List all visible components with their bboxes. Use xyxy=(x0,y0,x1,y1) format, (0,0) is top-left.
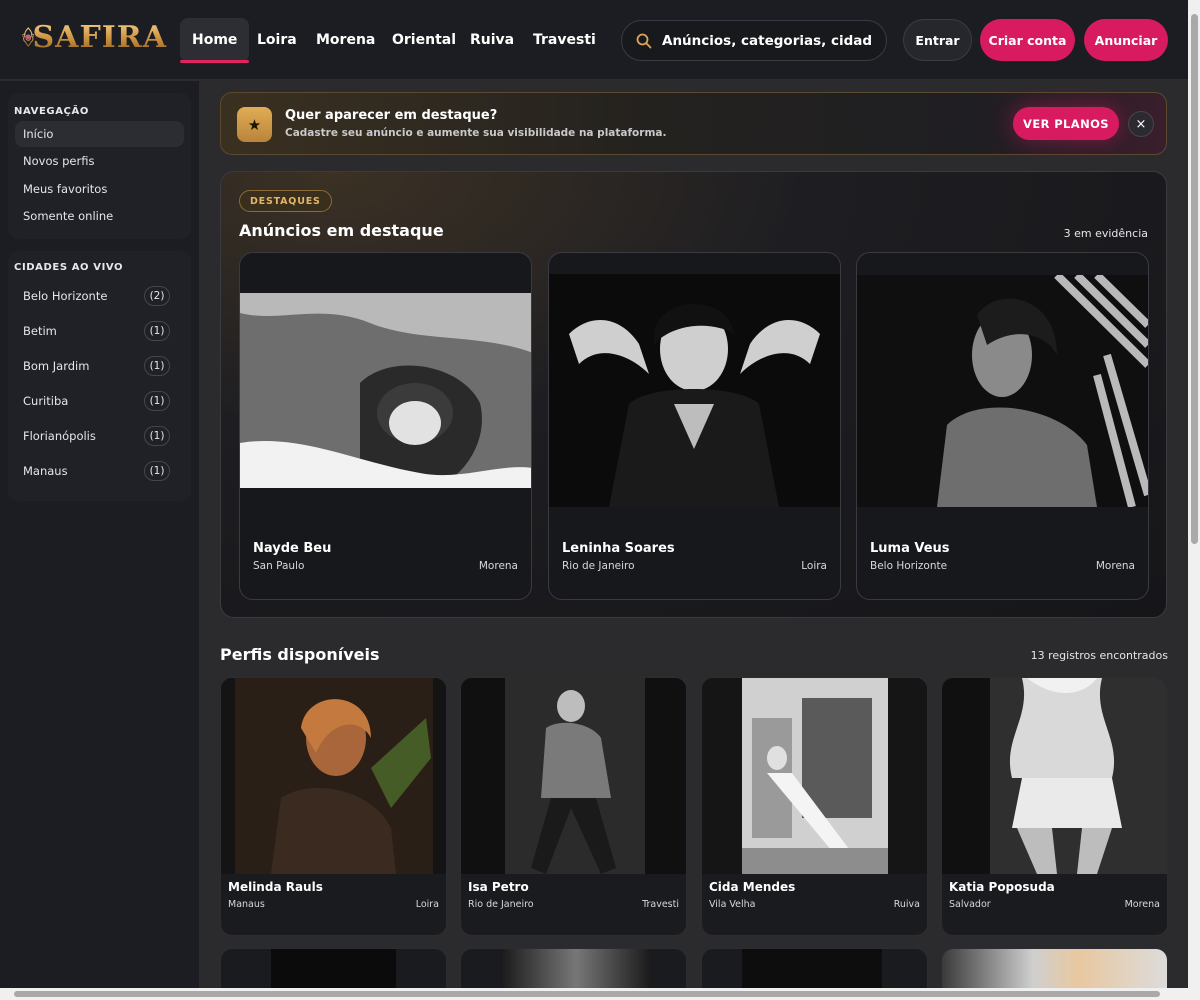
photo-shape xyxy=(702,678,927,874)
city-item[interactable]: Manaus (1) xyxy=(15,458,184,484)
tab-ruiva[interactable]: Ruiva xyxy=(458,18,526,62)
sidebar: NAVEGAÇÃO Início Novos perfis Meus favor… xyxy=(0,81,200,988)
profile-city: Vila Velha xyxy=(709,899,756,910)
vertical-scrollbar[interactable] xyxy=(1188,0,1200,988)
profile-photo[interactable] xyxy=(240,293,531,488)
tab-loira[interactable]: Loira xyxy=(245,18,309,62)
profiles-title: Perfis disponíveis xyxy=(220,645,380,664)
city-name: Belo Horizonte xyxy=(23,289,108,303)
city-count-badge: (1) xyxy=(144,461,170,481)
profile-name: Katia Poposuda xyxy=(949,880,1055,894)
featured-card[interactable]: Luma Veus Belo Horizonte Morena xyxy=(856,252,1149,600)
featured-card[interactable]: Leninha Soares Rio de Janeiro Loira xyxy=(548,252,841,600)
profile-city: Manaus xyxy=(228,899,265,910)
profile-name: Cida Mendes xyxy=(709,880,796,894)
profile-city: Rio de Janeiro xyxy=(468,899,534,910)
city-name: Bom Jardim xyxy=(23,359,90,373)
brand-logo[interactable]: SAFIRA xyxy=(22,8,167,66)
top-header: SAFIRA Home Loira Morena Oriental Ruiva … xyxy=(0,0,1188,80)
profile-photo[interactable] xyxy=(461,678,686,874)
photo-shape xyxy=(857,272,1148,509)
featured-title: Anúncios em destaque xyxy=(239,221,444,240)
city-count-badge: (1) xyxy=(144,356,170,376)
search-input[interactable] xyxy=(662,32,872,49)
city-item[interactable]: Betim (1) xyxy=(15,318,184,344)
horizontal-scrollbar[interactable] xyxy=(0,988,1200,1000)
city-count-badge: (1) xyxy=(144,391,170,411)
profile-card[interactable]: Cida Mendes Vila Velha Ruiva xyxy=(701,677,928,936)
brand-name: SAFIRA xyxy=(32,19,167,55)
profile-category: Morena xyxy=(478,560,518,572)
profile-category: Morena xyxy=(1095,560,1135,572)
profile-photo[interactable] xyxy=(221,678,446,874)
featured-card[interactable]: Nayde Beu San Paulo Morena xyxy=(239,252,532,600)
sidebar-item-novos-perfis[interactable]: Novos perfis xyxy=(15,148,184,174)
sidebar-cities-heading: CIDADES AO VIVO xyxy=(14,262,124,273)
photo-shape xyxy=(942,678,1167,874)
tab-travesti[interactable]: Travesti xyxy=(521,18,608,62)
featured-badge: DESTAQUES xyxy=(239,190,332,212)
featured-section: DESTAQUES Anúncios em destaque 3 em evid… xyxy=(220,171,1167,618)
profile-category: Ruiva xyxy=(893,899,920,910)
featured-count: 3 em evidência xyxy=(1063,227,1148,240)
scrollbar-thumb[interactable] xyxy=(14,991,1160,997)
city-name: Betim xyxy=(23,324,57,338)
sidebar-item-inicio[interactable]: Início xyxy=(15,121,184,147)
advertise-button[interactable]: Anunciar xyxy=(1084,19,1168,61)
promo-title: Quer aparecer em destaque? xyxy=(285,108,498,123)
sidebar-nav-heading: NAVEGAÇÃO xyxy=(14,106,89,117)
profile-card[interactable]: Melinda Rauls Manaus Loira xyxy=(220,677,447,936)
city-count-badge: (1) xyxy=(144,321,170,341)
profile-category: Loira xyxy=(415,899,439,910)
photo-shape xyxy=(461,678,686,874)
profile-card[interactable]: Katia Poposuda Salvador Morena xyxy=(941,677,1168,936)
profile-photo[interactable] xyxy=(702,678,927,874)
sidebar-item-meus-favoritos[interactable]: Meus favoritos xyxy=(15,176,184,202)
profile-city: Salvador xyxy=(949,899,991,910)
city-name: Manaus xyxy=(23,464,68,478)
city-name: Florianópolis xyxy=(23,429,96,443)
search-bar[interactable] xyxy=(621,20,887,61)
profile-photo[interactable] xyxy=(942,678,1167,874)
profile-category: Travesti xyxy=(642,899,679,910)
profile-city: Rio de Janeiro xyxy=(562,560,635,572)
tab-morena[interactable]: Morena xyxy=(304,18,387,62)
photo-shape xyxy=(549,274,840,507)
scrollbar-thumb[interactable] xyxy=(1191,14,1198,544)
profile-name: Nayde Beu xyxy=(253,541,332,556)
profile-city: Belo Horizonte xyxy=(870,560,948,572)
photo-shape xyxy=(240,293,531,488)
photo-shape xyxy=(221,678,446,874)
city-count-badge: (1) xyxy=(144,426,170,446)
profile-photo[interactable] xyxy=(549,274,840,507)
promo-banner: ★ Quer aparecer em destaque? Cadastre se… xyxy=(220,92,1167,155)
city-item[interactable]: Florianópolis (1) xyxy=(15,423,184,449)
profile-photo[interactable] xyxy=(857,272,1148,509)
city-item[interactable]: Bom Jardim (1) xyxy=(15,353,184,379)
city-name: Curitiba xyxy=(23,394,69,408)
profile-card[interactable]: Isa Petro Rio de Janeiro Travesti xyxy=(460,677,687,936)
profile-category: Loira xyxy=(801,560,827,572)
profile-name: Leninha Soares xyxy=(562,541,675,556)
profile-category: Morena xyxy=(1124,899,1160,910)
profile-name: Isa Petro xyxy=(468,880,529,894)
tab-home[interactable]: Home xyxy=(180,18,250,63)
sidebar-item-somente-online[interactable]: Somente online xyxy=(15,203,184,229)
register-button[interactable]: Criar conta xyxy=(980,19,1075,61)
profile-name: Luma Veus xyxy=(870,541,950,556)
profiles-count: 13 registros encontrados xyxy=(1030,649,1168,662)
close-icon[interactable]: × xyxy=(1128,111,1154,137)
profile-name: Melinda Rauls xyxy=(228,880,323,894)
city-item[interactable]: Belo Horizonte (2) xyxy=(15,283,184,309)
city-item[interactable]: Curitiba (1) xyxy=(15,388,184,414)
tab-oriental[interactable]: Oriental xyxy=(380,18,468,62)
search-icon xyxy=(636,33,652,48)
login-button[interactable]: Entrar xyxy=(903,19,972,61)
promo-subtitle: Cadastre seu anúncio e aumente sua visib… xyxy=(285,127,667,139)
view-plans-button[interactable]: VER PLANOS xyxy=(1013,107,1119,140)
profile-city: San Paulo xyxy=(253,560,305,572)
star-icon: ★ xyxy=(237,107,272,142)
city-count-badge: (2) xyxy=(144,286,170,306)
